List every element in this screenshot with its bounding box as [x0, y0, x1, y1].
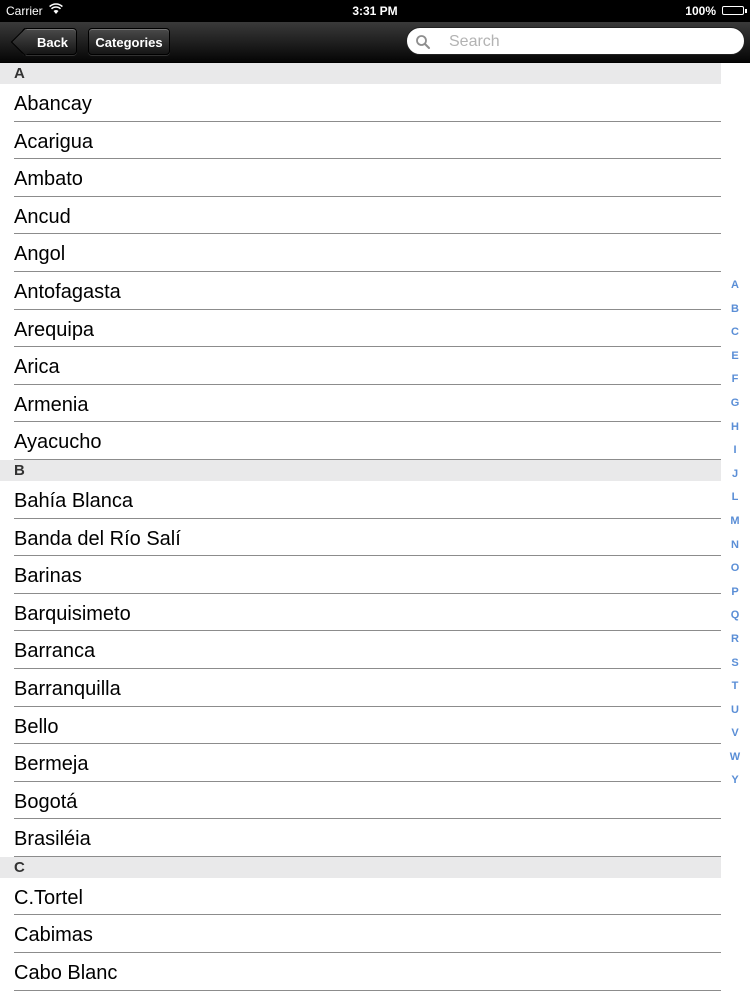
index-letter[interactable]: Q — [722, 608, 748, 632]
index-letter[interactable]: R — [722, 632, 748, 656]
index-letter[interactable]: F — [722, 372, 748, 396]
list-item[interactable]: Banda del Río Salí — [14, 519, 721, 557]
list-item[interactable]: Barranquilla — [14, 669, 721, 707]
list-item[interactable]: Arica — [14, 347, 721, 385]
index-letter[interactable]: P — [722, 585, 748, 609]
section-header: A — [0, 63, 721, 84]
battery-percent: 100% — [685, 4, 716, 18]
index-letter[interactable]: I — [722, 443, 748, 467]
list-item[interactable]: Bello — [14, 707, 721, 745]
index-letter[interactable]: J — [722, 467, 748, 491]
index-letter[interactable]: Y — [722, 773, 748, 797]
back-arrow-icon — [10, 27, 40, 57]
list-item[interactable]: Ayacucho — [14, 422, 721, 460]
list-item[interactable]: Arequipa — [14, 310, 721, 348]
index-letter[interactable]: H — [722, 420, 748, 444]
list-item[interactable]: Acarigua — [14, 122, 721, 160]
index-letter[interactable]: W — [722, 750, 748, 774]
list-item[interactable]: Antofagasta — [14, 272, 721, 310]
section-header: B — [0, 459, 721, 481]
list-item[interactable]: C.Tortel — [14, 878, 721, 916]
categories-button[interactable]: Categories — [88, 28, 170, 55]
back-button[interactable]: Back — [10, 27, 77, 57]
index-letter[interactable]: T — [722, 679, 748, 703]
list-item[interactable]: Bogotá — [14, 782, 721, 820]
list-item[interactable]: Cabimas — [14, 915, 721, 954]
search-icon — [416, 35, 430, 49]
list-item[interactable]: Abancay — [14, 84, 721, 122]
status-time: 3:31 PM — [352, 4, 398, 18]
list-item[interactable]: Armenia — [14, 385, 721, 423]
index-letter[interactable]: M — [722, 514, 748, 538]
index-letter[interactable]: U — [722, 703, 748, 727]
back-button-label: Back — [36, 35, 69, 50]
list-item[interactable]: Ambato — [14, 159, 721, 197]
list-item[interactable]: Cabo Blanc — [14, 953, 721, 991]
index-letter[interactable]: L — [722, 490, 748, 514]
city-list: A Abancay Acarigua Ambato Ancud Angol Antofaga… — [0, 63, 721, 991]
list-item[interactable]: Ancud — [14, 197, 721, 235]
status-bar: Carrier 3:31 PM 100% — [0, 0, 750, 22]
list-item[interactable]: Barquisimeto — [14, 594, 721, 632]
index-letter[interactable]: V — [722, 726, 748, 750]
battery-icon — [722, 6, 747, 15]
list-item[interactable]: Brasiléia — [14, 819, 721, 857]
navigation-bar: Back Categories — [0, 22, 750, 63]
index-letter[interactable]: O — [722, 561, 748, 585]
search-input[interactable] — [447, 31, 741, 53]
index-letter[interactable]: N — [722, 538, 748, 562]
index-letter[interactable]: S — [722, 656, 748, 680]
list-item[interactable]: Bahía Blanca — [14, 481, 721, 519]
index-letter[interactable]: B — [722, 302, 748, 326]
index-letter[interactable]: A — [722, 278, 748, 302]
list-item[interactable]: Bermeja — [14, 744, 721, 782]
section-index[interactable]: ABCEFGHIJLMNOPQRSTUVWY — [722, 278, 748, 797]
list-item[interactable]: Angol — [14, 234, 721, 272]
index-letter[interactable]: E — [722, 349, 748, 373]
index-letter[interactable]: G — [722, 396, 748, 420]
index-letter[interactable]: C — [722, 325, 748, 349]
search-box[interactable] — [406, 27, 745, 55]
list-item[interactable]: Barinas — [14, 556, 721, 594]
section-header: C — [0, 856, 721, 878]
list-item[interactable]: Barranca — [14, 631, 721, 669]
